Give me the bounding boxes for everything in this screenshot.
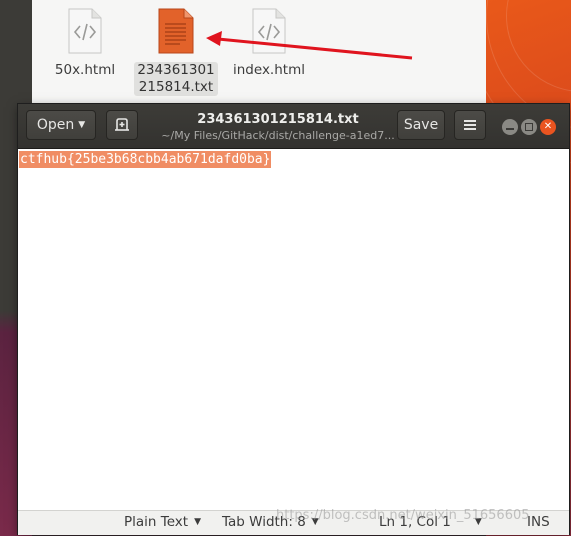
new-tab-button[interactable] xyxy=(106,110,138,140)
minimize-icon xyxy=(506,127,514,130)
window-title: 234361301215814.txt xyxy=(197,112,359,127)
insert-mode-indicator[interactable]: INS xyxy=(527,514,550,530)
save-button[interactable]: Save xyxy=(397,110,445,140)
close-icon: ✕ xyxy=(543,121,553,132)
header-bar: Open ▼ 234361301215814.txt ~/My Files/Gi… xyxy=(18,104,569,149)
language-label: Plain Text xyxy=(124,514,189,530)
menu-icon xyxy=(464,120,476,130)
language-selector[interactable]: Plain Text ▼ xyxy=(124,514,201,530)
annotation-arrow-icon xyxy=(206,31,413,60)
maximize-button[interactable] xyxy=(521,119,537,135)
open-button[interactable]: Open ▼ xyxy=(26,110,96,140)
close-button[interactable]: ✕ xyxy=(540,119,556,135)
watermark-text: https://blog.csdn.net/weixin_51656605 xyxy=(276,508,530,523)
window-subtitle: ~/My Files/GitHack/dist/challenge-a1ed7.… xyxy=(161,129,395,142)
save-button-label: Save xyxy=(403,117,439,133)
hamburger-menu-button[interactable] xyxy=(454,110,486,140)
maximize-icon xyxy=(525,123,533,131)
minimize-button[interactable] xyxy=(502,119,518,135)
open-button-label: Open xyxy=(36,117,75,133)
file-manager-view: 50x.html 234361301 215814.txt index.html xyxy=(32,0,486,112)
chevron-down-icon: ▼ xyxy=(194,517,201,527)
gedit-window: Open ▼ 234361301215814.txt ~/My Files/Gi… xyxy=(18,104,569,535)
text-editor-area[interactable]: ctfhub{25be3b68cbb4ab671dafd0ba} xyxy=(18,149,569,510)
new-document-icon xyxy=(115,118,129,131)
chevron-down-icon: ▼ xyxy=(78,120,86,130)
selected-text-line[interactable]: ctfhub{25be3b68cbb4ab671dafd0ba} xyxy=(19,151,272,168)
